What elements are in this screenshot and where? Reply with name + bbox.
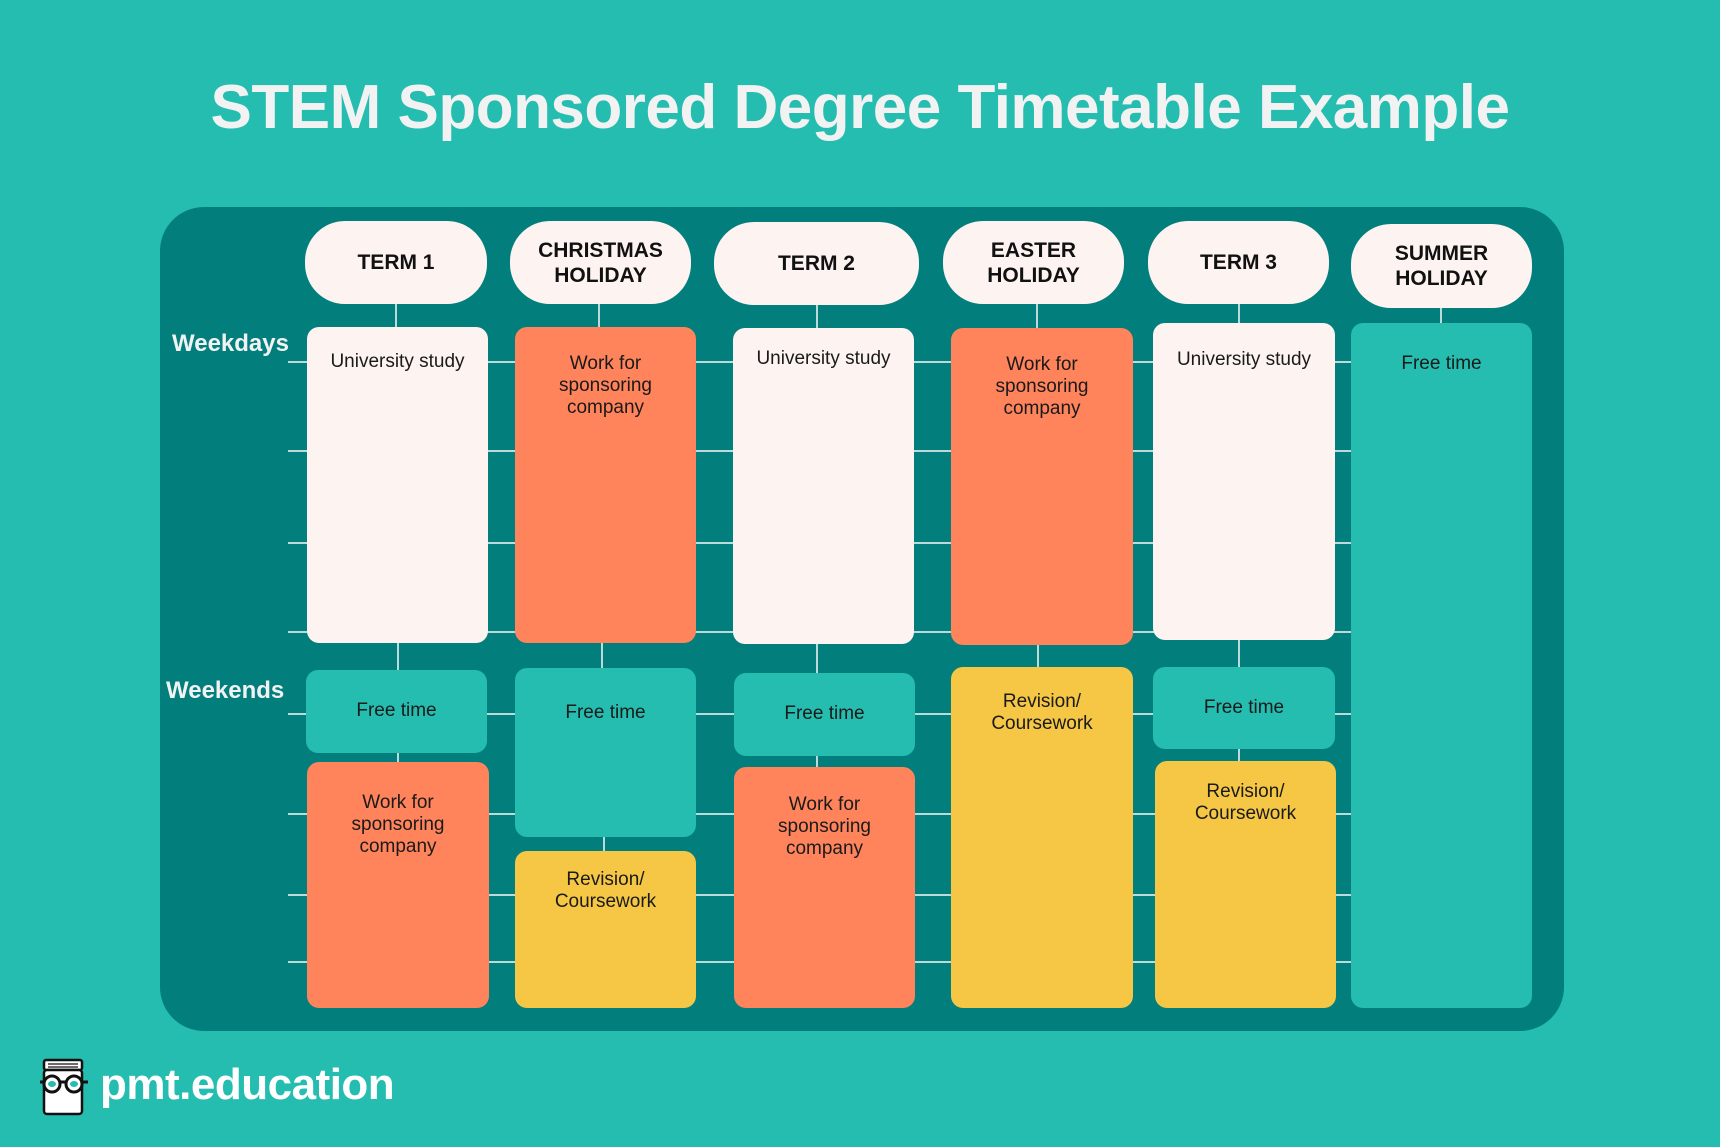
box-label: Revision/ Coursework [991, 691, 1093, 734]
easter-weekday-work: Work for sponsoring company [951, 328, 1133, 645]
header-label: TERM 2 [777, 252, 855, 275]
connector [1036, 300, 1038, 330]
page-title: STEM Sponsored Degree Timetable Example [210, 73, 1510, 142]
box-label: University study [756, 348, 891, 369]
box-label: Work for sponsoring company [351, 792, 445, 857]
connector [395, 300, 397, 330]
header-label: CHRISTMAS HOLIDAY [538, 238, 663, 287]
term-2-weekday-university-study: University study [733, 328, 914, 644]
term-3-weekend-free-time: Free time [1153, 667, 1335, 749]
term-3-weekend-revision: Revision/ Coursework [1155, 761, 1336, 1008]
christmas-weekday-work: Work for sponsoring company [515, 327, 696, 643]
box-label: Free time [356, 700, 437, 721]
row-label-weekdays: Weekdays [172, 330, 289, 357]
connector [601, 640, 603, 670]
column-header-easter-holiday: EASTER HOLIDAY [943, 221, 1124, 304]
box-label: Work for sponsoring company [559, 353, 652, 418]
book-with-glasses-icon [40, 1058, 88, 1116]
box-label: Free time [1203, 697, 1285, 718]
term-1-weekend-free-time: Free time [306, 670, 487, 753]
connector [1440, 305, 1442, 325]
connector [598, 300, 600, 330]
brand-name: pmt.education [100, 1060, 395, 1109]
header-label: TERM 3 [1199, 251, 1277, 274]
column-header-christmas-holiday: CHRISTMAS HOLIDAY [510, 221, 691, 304]
connector [397, 640, 399, 672]
column-header-summer-holiday: SUMMER HOLIDAY [1351, 224, 1532, 308]
box-label: University study [330, 351, 465, 372]
box-label: Free time [565, 702, 646, 723]
term-3-weekday-university-study: University study [1153, 323, 1335, 640]
header-label: TERM 1 [357, 251, 435, 274]
connector [816, 640, 818, 675]
row-label-weekends: Weekends [166, 677, 285, 704]
box-label: Work for sponsoring company [995, 354, 1089, 419]
header-label: EASTER HOLIDAY [987, 238, 1080, 287]
term-2-weekend-work: Work for sponsoring company [734, 767, 915, 1008]
connector [1238, 636, 1240, 669]
christmas-weekend-free-time: Free time [515, 668, 696, 837]
summer-all-week-free-time: Free time [1351, 323, 1532, 1008]
term-1-weekday-university-study: University study [307, 327, 488, 643]
box-label: University study [1176, 349, 1312, 370]
column-header-term-3: TERM 3 [1148, 221, 1329, 304]
box-label: Work for sponsoring company [778, 794, 871, 859]
box-label: Revision/ Coursework [1194, 781, 1297, 824]
term-1-weekend-work: Work for sponsoring company [307, 762, 489, 1008]
header-label: SUMMER HOLIDAY [1394, 242, 1489, 290]
box-label: Free time [1401, 353, 1482, 374]
box-label: Revision/ Coursework [554, 869, 657, 912]
term-2-weekend-free-time: Free time [734, 673, 915, 756]
easter-weekend-revision: Revision/ Coursework [951, 667, 1133, 1008]
box-label: Free time [784, 703, 865, 724]
column-header-term-2: TERM 2 [714, 222, 919, 305]
christmas-weekend-revision: Revision/ Coursework [515, 851, 696, 1008]
column-header-term-1: TERM 1 [305, 221, 487, 304]
